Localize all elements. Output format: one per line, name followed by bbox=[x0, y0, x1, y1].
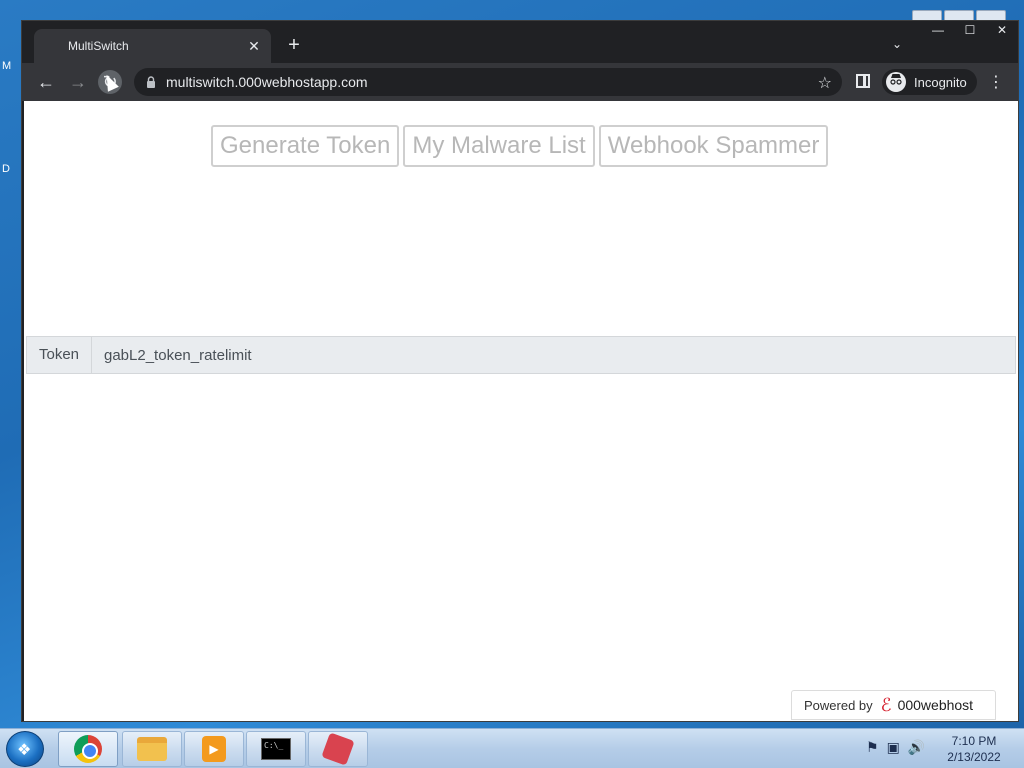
taskbar-chrome[interactable] bbox=[58, 731, 118, 767]
chrome-icon bbox=[74, 735, 102, 763]
token-label: Token bbox=[27, 337, 92, 373]
start-button[interactable]: ❖ bbox=[6, 731, 44, 767]
incognito-profile-button[interactable]: Incognito bbox=[882, 69, 977, 95]
side-panel-icon[interactable] bbox=[856, 74, 870, 88]
folder-icon bbox=[137, 737, 167, 761]
taskbar-cmd[interactable]: C:\_ bbox=[246, 731, 306, 767]
powered-by-text: Powered by bbox=[804, 697, 873, 713]
000webhost-logo-icon: ℰ bbox=[880, 694, 892, 715]
volume-icon[interactable]: 🔊 bbox=[908, 739, 925, 756]
action-center-icon[interactable]: ⚑ bbox=[866, 739, 879, 756]
incognito-label: Incognito bbox=[914, 74, 967, 90]
bookmark-star-icon[interactable]: ☆ bbox=[818, 73, 832, 93]
forward-button[interactable]: → bbox=[66, 70, 90, 94]
back-button[interactable]: ← bbox=[34, 70, 58, 94]
windows-logo-icon: ❖ bbox=[17, 742, 32, 759]
page-content: Generate Token My Malware List Webhook S… bbox=[24, 101, 1018, 721]
media-player-icon: ▶ bbox=[202, 736, 226, 762]
new-tab-button[interactable]: + bbox=[284, 35, 304, 55]
desktop-icon-fragment: D bbox=[2, 163, 10, 175]
desktop-icon-fragment: M bbox=[2, 60, 12, 72]
browser-toolbar: ← → ↻ multiswitch.000webhostapp.com ☆ In… bbox=[22, 63, 1018, 101]
system-tray: ⚑ ▣ 🔊 bbox=[866, 739, 925, 756]
top-nav: Generate Token My Malware List Webhook S… bbox=[211, 125, 829, 167]
chevron-down-icon[interactable]: ⌄ bbox=[892, 37, 902, 51]
brand-name: 000webhost bbox=[897, 697, 974, 713]
browser-window: MultiSwitch ✕ + ⌄ — ☐ ✕ ← → ↻ multiswitc… bbox=[21, 20, 1019, 722]
address-bar[interactable]: multiswitch.000webhostapp.com ☆ bbox=[134, 68, 842, 96]
clock-time: 7:10 PM bbox=[951, 734, 997, 748]
webhook-spammer-button[interactable]: Webhook Spammer bbox=[598, 125, 829, 167]
token-value[interactable]: gabL2_token_ratelimit bbox=[92, 347, 252, 364]
taskbar-app[interactable] bbox=[308, 731, 368, 767]
tab-strip: MultiSwitch ✕ + ⌄ — ☐ ✕ bbox=[22, 21, 1018, 63]
network-icon[interactable]: ▣ bbox=[887, 739, 900, 756]
close-window-button[interactable]: ✕ bbox=[986, 21, 1018, 41]
url-text[interactable]: multiswitch.000webhostapp.com bbox=[166, 74, 368, 90]
my-malware-list-button[interactable]: My Malware List bbox=[403, 125, 595, 167]
tab-multiswitch[interactable]: MultiSwitch ✕ bbox=[34, 29, 271, 63]
clock[interactable]: 7:10 PM 2/13/2022 bbox=[936, 733, 1012, 765]
token-row: Token gabL2_token_ratelimit bbox=[26, 336, 1016, 374]
generate-token-button[interactable]: Generate Token bbox=[211, 125, 400, 167]
incognito-icon bbox=[886, 72, 906, 92]
tab-title: MultiSwitch bbox=[68, 39, 129, 53]
app-icon bbox=[321, 732, 355, 766]
powered-by-badge[interactable]: Powered by ℰ 000webhost bbox=[791, 690, 996, 720]
clock-date: 2/13/2022 bbox=[947, 750, 1001, 764]
command-prompt-icon: C:\_ bbox=[261, 738, 291, 760]
taskbar: ❖ ▶ C:\_ ⚑ ▣ 🔊 7:10 PM 2/13/2022 bbox=[0, 728, 1024, 768]
taskbar-media-player[interactable]: ▶ bbox=[184, 731, 244, 767]
minimize-button[interactable]: — bbox=[922, 21, 954, 41]
taskbar-explorer[interactable] bbox=[122, 731, 182, 767]
window-controls: — ☐ ✕ bbox=[922, 21, 1018, 41]
maximize-button[interactable]: ☐ bbox=[954, 21, 986, 41]
kebab-menu-icon[interactable]: ⋮ bbox=[988, 72, 1004, 92]
close-icon[interactable]: ✕ bbox=[245, 37, 263, 55]
lock-icon[interactable] bbox=[146, 76, 156, 88]
